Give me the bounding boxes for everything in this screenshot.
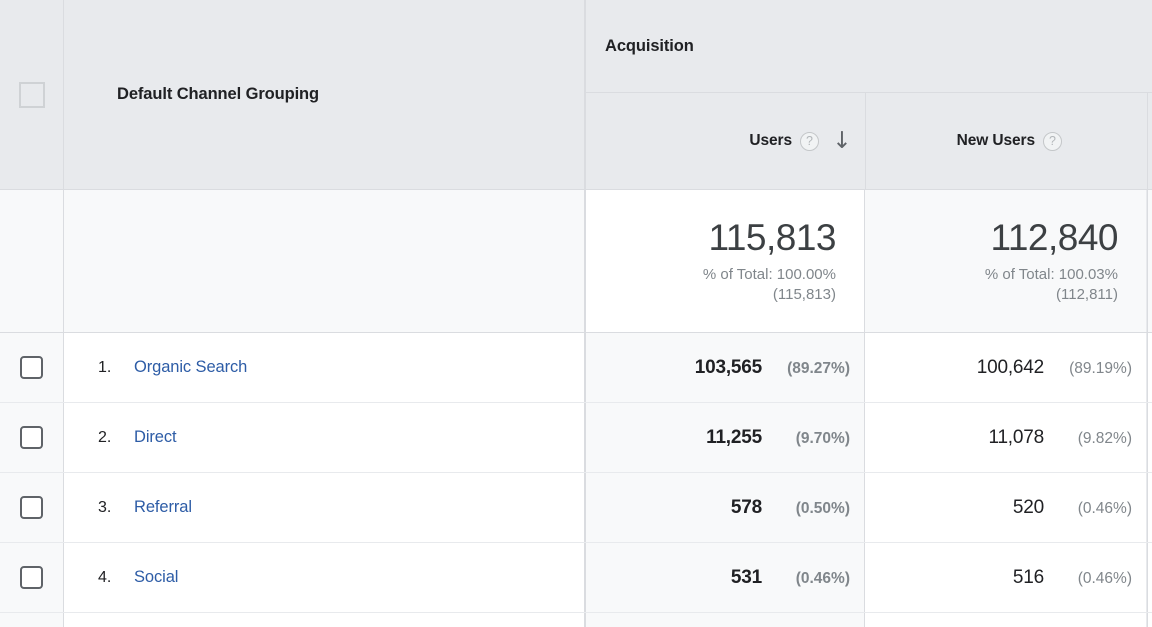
row-new-users-value: 520 bbox=[1013, 497, 1044, 519]
row-users-percent: (0.46%) bbox=[776, 570, 850, 588]
row-new-users-value: 516 bbox=[1013, 567, 1044, 589]
row-next-column-cell bbox=[1147, 543, 1152, 612]
row-users-cell: 531 (0.46%) bbox=[585, 543, 865, 612]
table-header: Default Channel Grouping Acquisition Use… bbox=[0, 0, 1152, 190]
row-users-value: 11,255 bbox=[706, 427, 762, 449]
summary-users-percent-label: % of Total: 100.00% bbox=[703, 266, 836, 283]
row-select-cell[interactable] bbox=[0, 613, 64, 627]
row-users-percent: (9.70%) bbox=[776, 430, 850, 448]
row-checkbox[interactable] bbox=[20, 426, 43, 449]
metric-header-group: Acquisition Users ? ↓ New Users ? bbox=[585, 0, 1152, 189]
acquisition-group-label: Acquisition bbox=[605, 37, 694, 56]
channel-link[interactable]: Referral bbox=[134, 498, 192, 517]
metric-header-next-column bbox=[1147, 93, 1152, 189]
table-row[interactable]: 3. Referral 578 (0.50%) 520 (0.46%) bbox=[0, 473, 1152, 543]
row-new-users-value: 100,642 bbox=[977, 357, 1044, 379]
row-checkbox[interactable] bbox=[20, 566, 43, 589]
help-circle-icon-new-users[interactable]: ? bbox=[1043, 132, 1062, 151]
row-users-value: 578 bbox=[731, 497, 762, 519]
row-new-users-percent: (0.46%) bbox=[1058, 570, 1132, 588]
help-circle-icon-users[interactable]: ? bbox=[800, 132, 819, 151]
summary-users-percent: % of Total: 100.00% (115,813) bbox=[703, 265, 836, 306]
summary-users-percent-basis: (115,813) bbox=[773, 286, 836, 303]
row-index: 1. bbox=[98, 359, 134, 377]
summary-checkbox-cell bbox=[0, 190, 64, 332]
summary-row: 115,813 % of Total: 100.00% (115,813) 11… bbox=[0, 190, 1152, 333]
row-select-cell[interactable] bbox=[0, 333, 64, 402]
row-checkbox[interactable] bbox=[20, 356, 43, 379]
table-body: 115,813 % of Total: 100.00% (115,813) 11… bbox=[0, 190, 1152, 627]
summary-new-users-cell: 112,840 % of Total: 100.03% (112,811) bbox=[865, 190, 1147, 332]
channel-link[interactable]: Social bbox=[134, 568, 178, 587]
row-select-cell[interactable] bbox=[0, 543, 64, 612]
row-users-value: 531 bbox=[731, 567, 762, 589]
row-checkbox[interactable] bbox=[20, 496, 43, 519]
row-select-cell[interactable] bbox=[0, 473, 64, 542]
table-row-partial[interactable] bbox=[0, 613, 1152, 627]
summary-next-column-cell bbox=[1147, 190, 1152, 332]
summary-new-users-value: 112,840 bbox=[991, 217, 1119, 258]
metric-header-new-users-label: New Users bbox=[957, 132, 1035, 150]
row-next-column-cell bbox=[1147, 613, 1152, 627]
row-next-column-cell bbox=[1147, 333, 1152, 402]
metric-header-users[interactable]: Users ? ↓ bbox=[585, 93, 865, 189]
row-new-users-cell: 100,642 (89.19%) bbox=[865, 333, 1147, 402]
table-row[interactable]: 4. Social 531 (0.46%) 516 (0.46%) bbox=[0, 543, 1152, 613]
row-index: 2. bbox=[98, 429, 134, 447]
channel-link[interactable]: Organic Search bbox=[134, 358, 247, 377]
row-dimension-cell: 3. Referral bbox=[64, 473, 585, 542]
row-users-percent: (0.50%) bbox=[776, 500, 850, 518]
select-all-cell[interactable] bbox=[0, 0, 64, 189]
summary-new-users-percent: % of Total: 100.03% (112,811) bbox=[985, 265, 1118, 306]
row-new-users-percent: (9.82%) bbox=[1058, 430, 1132, 448]
row-next-column-cell bbox=[1147, 403, 1152, 472]
row-select-cell[interactable] bbox=[0, 403, 64, 472]
summary-new-users-percent-label: % of Total: 100.03% bbox=[985, 266, 1118, 283]
channel-link[interactable]: Direct bbox=[134, 428, 177, 447]
summary-dimension-cell bbox=[64, 190, 585, 332]
row-index: 3. bbox=[98, 499, 134, 517]
row-users-cell: 103,565 (89.27%) bbox=[585, 333, 865, 402]
table-row[interactable]: 2. Direct 11,255 (9.70%) 11,078 (9.82%) bbox=[0, 403, 1152, 473]
row-next-column-cell bbox=[1147, 473, 1152, 542]
row-users-cell: 11,255 (9.70%) bbox=[585, 403, 865, 472]
row-new-users-cell: 11,078 (9.82%) bbox=[865, 403, 1147, 472]
row-new-users-cell bbox=[865, 613, 1147, 627]
row-users-cell: 578 (0.50%) bbox=[585, 473, 865, 542]
table-row[interactable]: 1. Organic Search 103,565 (89.27%) 100,6… bbox=[0, 333, 1152, 403]
row-dimension-cell: 2. Direct bbox=[64, 403, 585, 472]
metric-header-new-users[interactable]: New Users ? bbox=[865, 93, 1147, 189]
row-new-users-percent: (89.19%) bbox=[1058, 360, 1132, 378]
summary-users-cell: 115,813 % of Total: 100.00% (115,813) bbox=[585, 190, 865, 332]
row-new-users-cell: 520 (0.46%) bbox=[865, 473, 1147, 542]
row-index: 4. bbox=[98, 569, 134, 587]
row-users-value: 103,565 bbox=[695, 357, 762, 379]
summary-users-value: 115,813 bbox=[709, 217, 837, 258]
summary-new-users-percent-basis: (112,811) bbox=[1056, 286, 1118, 303]
row-users-cell bbox=[585, 613, 865, 627]
row-dimension-cell bbox=[64, 613, 585, 627]
row-new-users-cell: 516 (0.46%) bbox=[865, 543, 1147, 612]
channel-grouping-table: Default Channel Grouping Acquisition Use… bbox=[0, 0, 1152, 618]
row-dimension-cell: 4. Social bbox=[64, 543, 585, 612]
arrow-down-icon-sort[interactable]: ↓ bbox=[819, 130, 865, 153]
metric-header-users-label: Users bbox=[749, 132, 792, 150]
row-dimension-cell: 1. Organic Search bbox=[64, 333, 585, 402]
row-new-users-percent: (0.46%) bbox=[1058, 500, 1132, 518]
dimension-header-cell[interactable]: Default Channel Grouping bbox=[64, 0, 585, 189]
row-new-users-value: 11,078 bbox=[988, 427, 1044, 449]
acquisition-group-band: Acquisition bbox=[585, 0, 1152, 93]
select-all-checkbox[interactable] bbox=[19, 82, 45, 108]
row-users-percent: (89.27%) bbox=[776, 360, 850, 378]
dimension-header-label: Default Channel Grouping bbox=[117, 85, 319, 104]
